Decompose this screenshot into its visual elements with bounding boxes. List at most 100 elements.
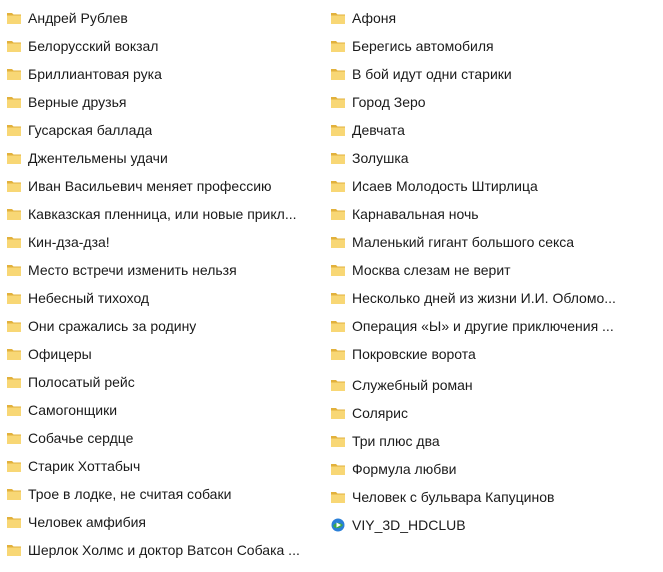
list-item[interactable]: Андрей Рублев — [6, 4, 318, 32]
list-item[interactable]: Иван Васильевич меняет профессию — [6, 172, 318, 200]
list-item[interactable]: Карнавальная ночь — [330, 200, 660, 228]
folder-icon — [6, 346, 22, 362]
item-label: Маленький гигант большого секса — [352, 234, 575, 250]
list-item[interactable]: Исаев Молодость Штирлица — [330, 172, 660, 200]
folder-icon — [330, 10, 346, 26]
item-label: Иван Васильевич меняет профессию — [28, 178, 272, 194]
item-label: Служебный роман — [352, 377, 473, 393]
list-item[interactable]: Формула любви — [330, 455, 660, 483]
folder-icon — [6, 374, 22, 390]
list-item[interactable]: Джентельмены удачи — [6, 144, 318, 172]
folder-icon — [6, 122, 22, 138]
item-label: Верные друзья — [28, 94, 127, 110]
folder-icon — [6, 542, 22, 558]
list-item[interactable]: Кин-дза-дза! — [6, 228, 318, 256]
list-item[interactable]: Полосатый рейс — [6, 368, 318, 396]
folder-icon — [330, 489, 346, 505]
list-item[interactable]: Человек с бульвара Капуцинов — [330, 483, 660, 511]
file-column-left: Андрей Рублев Белорусский вокзал Бриллиант… — [6, 4, 318, 564]
list-item[interactable]: VIY_3D_HDCLUB — [330, 511, 660, 539]
list-item[interactable]: Маленький гигант большого секса — [330, 228, 660, 256]
folder-icon — [6, 10, 22, 26]
folder-icon — [330, 150, 346, 166]
folder-icon — [330, 206, 346, 222]
folder-icon — [6, 38, 22, 54]
list-item[interactable]: Берегись автомобиля — [330, 32, 660, 60]
folder-icon — [6, 66, 22, 82]
folder-icon — [330, 346, 346, 362]
list-item[interactable]: Гусарская баллада — [6, 116, 318, 144]
folder-icon — [330, 433, 346, 449]
folder-icon — [330, 94, 346, 110]
video-file-icon — [330, 517, 346, 533]
item-label: Карнавальная ночь — [352, 206, 479, 222]
list-item[interactable]: Бриллиантовая рука — [6, 60, 318, 88]
list-item[interactable]: Шерлок Холмс и доктор Ватсон Собака ... — [6, 536, 318, 564]
file-column-right: Афоня Берегись автомобиля В бой идут одни … — [330, 4, 660, 539]
list-item[interactable]: Собачье сердце — [6, 424, 318, 452]
item-label: Операция «Ы» и другие приключения ... — [352, 318, 614, 334]
list-item[interactable]: Служебный роман — [330, 371, 660, 399]
folder-icon — [6, 430, 22, 446]
item-label: Они сражались за родину — [28, 318, 197, 334]
list-item[interactable]: Самогонщики — [6, 396, 318, 424]
list-item[interactable]: Белорусский вокзал — [6, 32, 318, 60]
list-item[interactable]: Трое в лодке, не считая собаки — [6, 480, 318, 508]
list-item[interactable]: Старик Хоттабыч — [6, 452, 318, 480]
list-item[interactable]: Афоня — [330, 4, 660, 32]
list-item[interactable]: Они сражались за родину — [6, 312, 318, 340]
folder-icon — [6, 514, 22, 530]
list-item[interactable]: Золушка — [330, 144, 660, 172]
item-label: Шерлок Холмс и доктор Ватсон Собака ... — [28, 542, 300, 558]
item-label: VIY_3D_HDCLUB — [352, 517, 466, 533]
folder-icon — [330, 461, 346, 477]
list-item[interactable]: Кавказская пленница, или новые прикл... — [6, 200, 318, 228]
item-label: Москва слезам не верит — [352, 262, 511, 278]
folder-icon — [6, 458, 22, 474]
item-label: Собачье сердце — [28, 430, 134, 446]
list-item[interactable]: Солярис — [330, 399, 660, 427]
item-label: Трое в лодке, не считая собаки — [28, 486, 232, 502]
list-item[interactable]: Место встречи изменить нельзя — [6, 256, 318, 284]
folder-icon — [6, 318, 22, 334]
list-item[interactable]: Небесный тихоход — [6, 284, 318, 312]
list-item[interactable]: Покровские ворота — [330, 340, 660, 368]
list-item[interactable]: В бой идут одни старики — [330, 60, 660, 88]
folder-icon — [330, 38, 346, 54]
folder-icon — [330, 122, 346, 138]
item-label: Три плюс два — [352, 433, 440, 449]
list-item[interactable]: Верные друзья — [6, 88, 318, 116]
item-label: Старик Хоттабыч — [28, 458, 141, 474]
item-label: Джентельмены удачи — [28, 150, 168, 166]
item-label: Формула любви — [352, 461, 457, 477]
list-item[interactable]: Девчата — [330, 116, 660, 144]
list-item[interactable]: Операция «Ы» и другие приключения ... — [330, 312, 660, 340]
folder-icon — [6, 178, 22, 194]
item-label: В бой идут одни старики — [352, 66, 512, 82]
item-label: Золушка — [352, 150, 409, 166]
item-label: Человек амфибия — [28, 514, 147, 530]
item-label: Белорусский вокзал — [28, 38, 159, 54]
list-item[interactable]: Офицеры — [6, 340, 318, 368]
folder-icon — [6, 94, 22, 110]
folder-icon — [330, 66, 346, 82]
folder-icon — [330, 377, 346, 393]
list-item[interactable]: Город Зеро — [330, 88, 660, 116]
folder-icon — [6, 290, 22, 306]
folder-icon — [6, 486, 22, 502]
item-label: Покровские ворота — [352, 346, 476, 362]
item-label: Самогонщики — [28, 402, 118, 418]
item-label: Несколько дней из жизни И.И. Обломо... — [352, 290, 616, 306]
list-item[interactable]: Несколько дней из жизни И.И. Обломо... — [330, 284, 660, 312]
item-label: Берегись автомобиля — [352, 38, 494, 54]
item-label: Солярис — [352, 405, 408, 421]
folder-icon — [6, 402, 22, 418]
list-item[interactable]: Человек амфибия — [6, 508, 318, 536]
folder-icon — [6, 206, 22, 222]
item-label: Исаев Молодость Штирлица — [352, 178, 538, 194]
item-label: Офицеры — [28, 346, 92, 362]
list-item[interactable]: Москва слезам не верит — [330, 256, 660, 284]
item-label: Город Зеро — [352, 94, 426, 110]
folder-icon — [6, 150, 22, 166]
list-item[interactable]: Три плюс два — [330, 427, 660, 455]
